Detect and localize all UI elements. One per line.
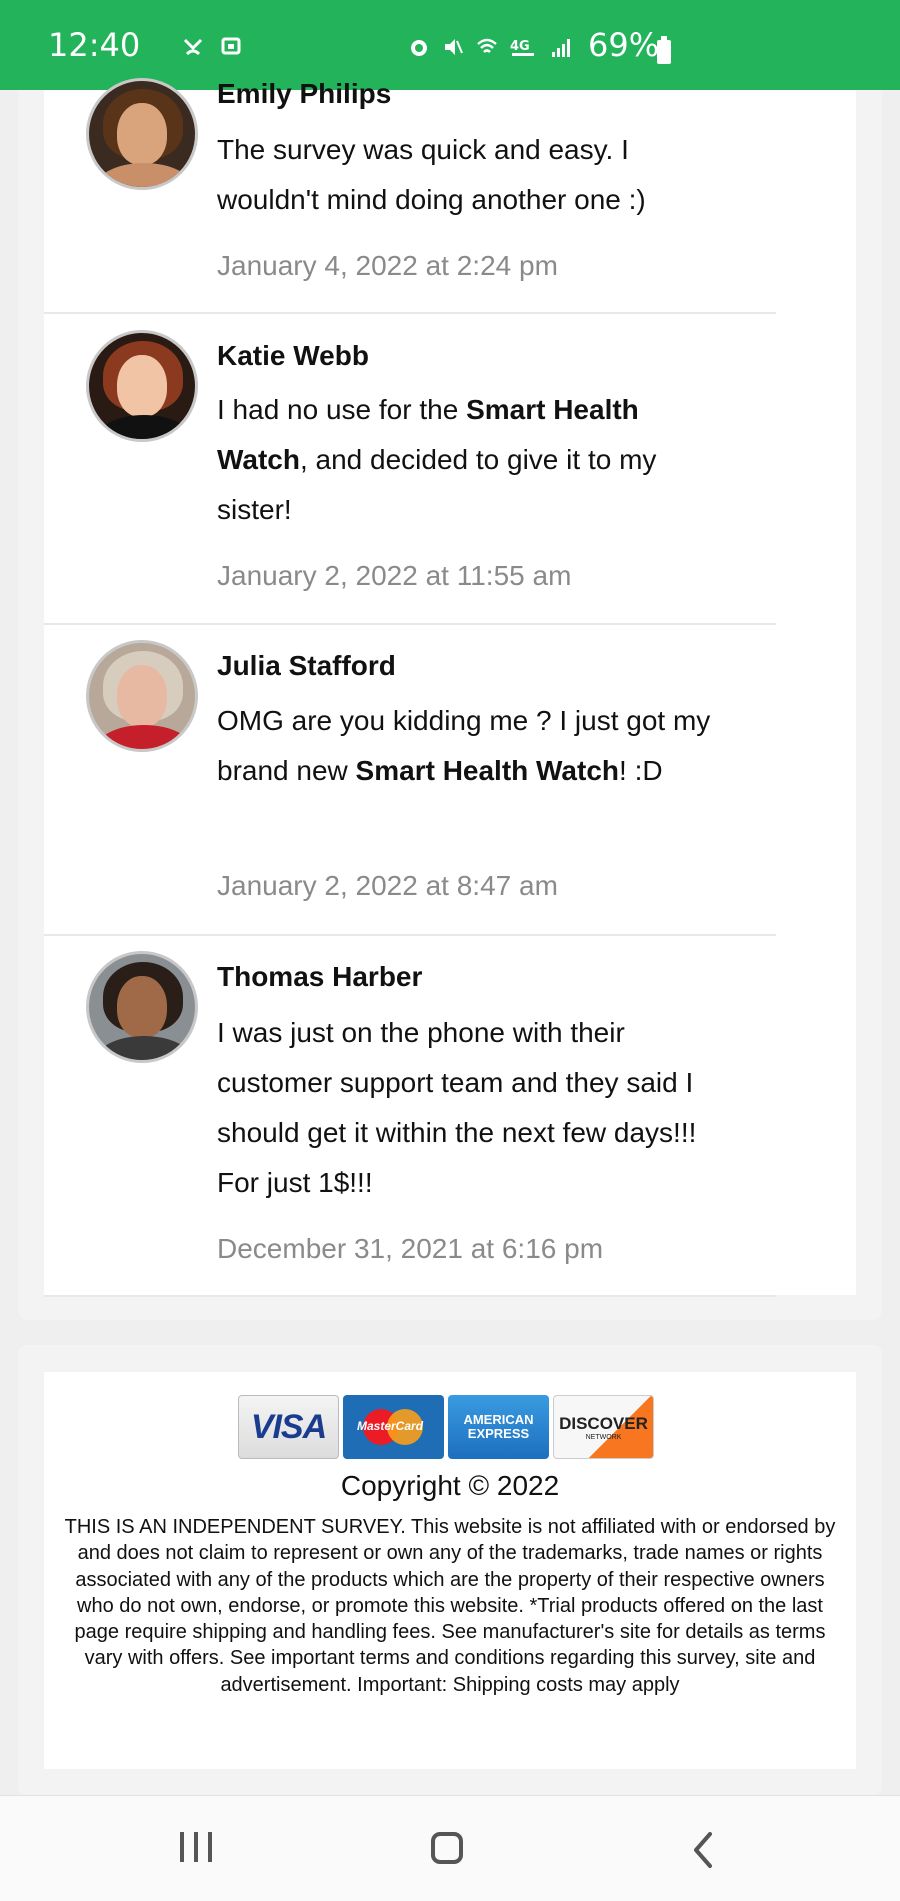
lte-icon: 4G xyxy=(510,39,534,56)
avatar xyxy=(86,78,198,190)
product-name: Smart Health Watch xyxy=(355,755,620,786)
back-button[interactable] xyxy=(690,1830,714,1870)
comment-text: The survey was quick and easy. I wouldn'… xyxy=(217,134,646,215)
notification-icons xyxy=(182,36,242,58)
svg-text:4G: 4G xyxy=(510,39,530,54)
copyright-text: Copyright © 2022 xyxy=(340,1470,560,1501)
commenter-name: Julia Stafford xyxy=(217,650,396,681)
amex-logo: AMERICAN EXPRESS xyxy=(448,1395,549,1459)
missed-call-icon xyxy=(183,38,203,56)
battery-percentage: 69% xyxy=(588,26,660,64)
comment-item: Julia Stafford OMG are you kidding me ? … xyxy=(44,624,776,936)
system-nav-bar xyxy=(0,1795,900,1901)
commenter-name: Katie Webb xyxy=(217,340,369,371)
comment-date: December 31, 2021 at 6:16 pm xyxy=(217,1233,604,1264)
commenter-name: Emily Philips xyxy=(217,78,392,109)
avatar xyxy=(86,330,198,442)
mastercard-logo: MasterCard xyxy=(343,1395,444,1459)
comment-date: January 2, 2022 at 11:55 am xyxy=(217,560,572,591)
avatar xyxy=(86,951,198,1063)
clock: 12:40 xyxy=(48,26,141,64)
system-icons: 4G xyxy=(408,36,572,58)
alarm-icon xyxy=(411,40,427,56)
wifi-icon xyxy=(477,38,497,53)
comment-date: January 2, 2022 at 8:47 am xyxy=(217,870,558,901)
commenter-name: Thomas Harber xyxy=(217,961,423,992)
disclaimer-text: THIS IS AN INDEPENDENT SURVEY. This webs… xyxy=(64,1516,836,1696)
comment-item: Emily Philips The survey was quick and e… xyxy=(44,78,776,314)
screen-cast-icon xyxy=(221,37,241,55)
signal-icon xyxy=(552,39,570,57)
discover-logo: DISCOVER NETWORK xyxy=(553,1395,654,1459)
visa-logo: VISA xyxy=(238,1395,339,1459)
comment-text: I had no use for the Smart Health Watch,… xyxy=(217,394,657,525)
home-button[interactable] xyxy=(431,1832,463,1864)
comment-text: I was just on the phone with their custo… xyxy=(217,1017,697,1198)
comment-item: Katie Webb I had no use for the Smart He… xyxy=(44,313,776,625)
comment-text: OMG are you kidding me ? I just got my b… xyxy=(217,705,711,786)
recent-apps-button[interactable] xyxy=(180,1832,212,1862)
payment-cards: VISA MasterCard AMERICAN EXPRESS DISCOVER… xyxy=(238,1395,654,1459)
comment-date: January 4, 2022 at 2:24 pm xyxy=(217,250,558,281)
mute-icon xyxy=(445,39,463,55)
status-bar: 12:40 4G 69% xyxy=(0,0,900,90)
avatar xyxy=(86,640,198,752)
comment-item: Thomas Harber I was just on the phone wi… xyxy=(44,935,776,1297)
battery-icon xyxy=(657,36,671,64)
